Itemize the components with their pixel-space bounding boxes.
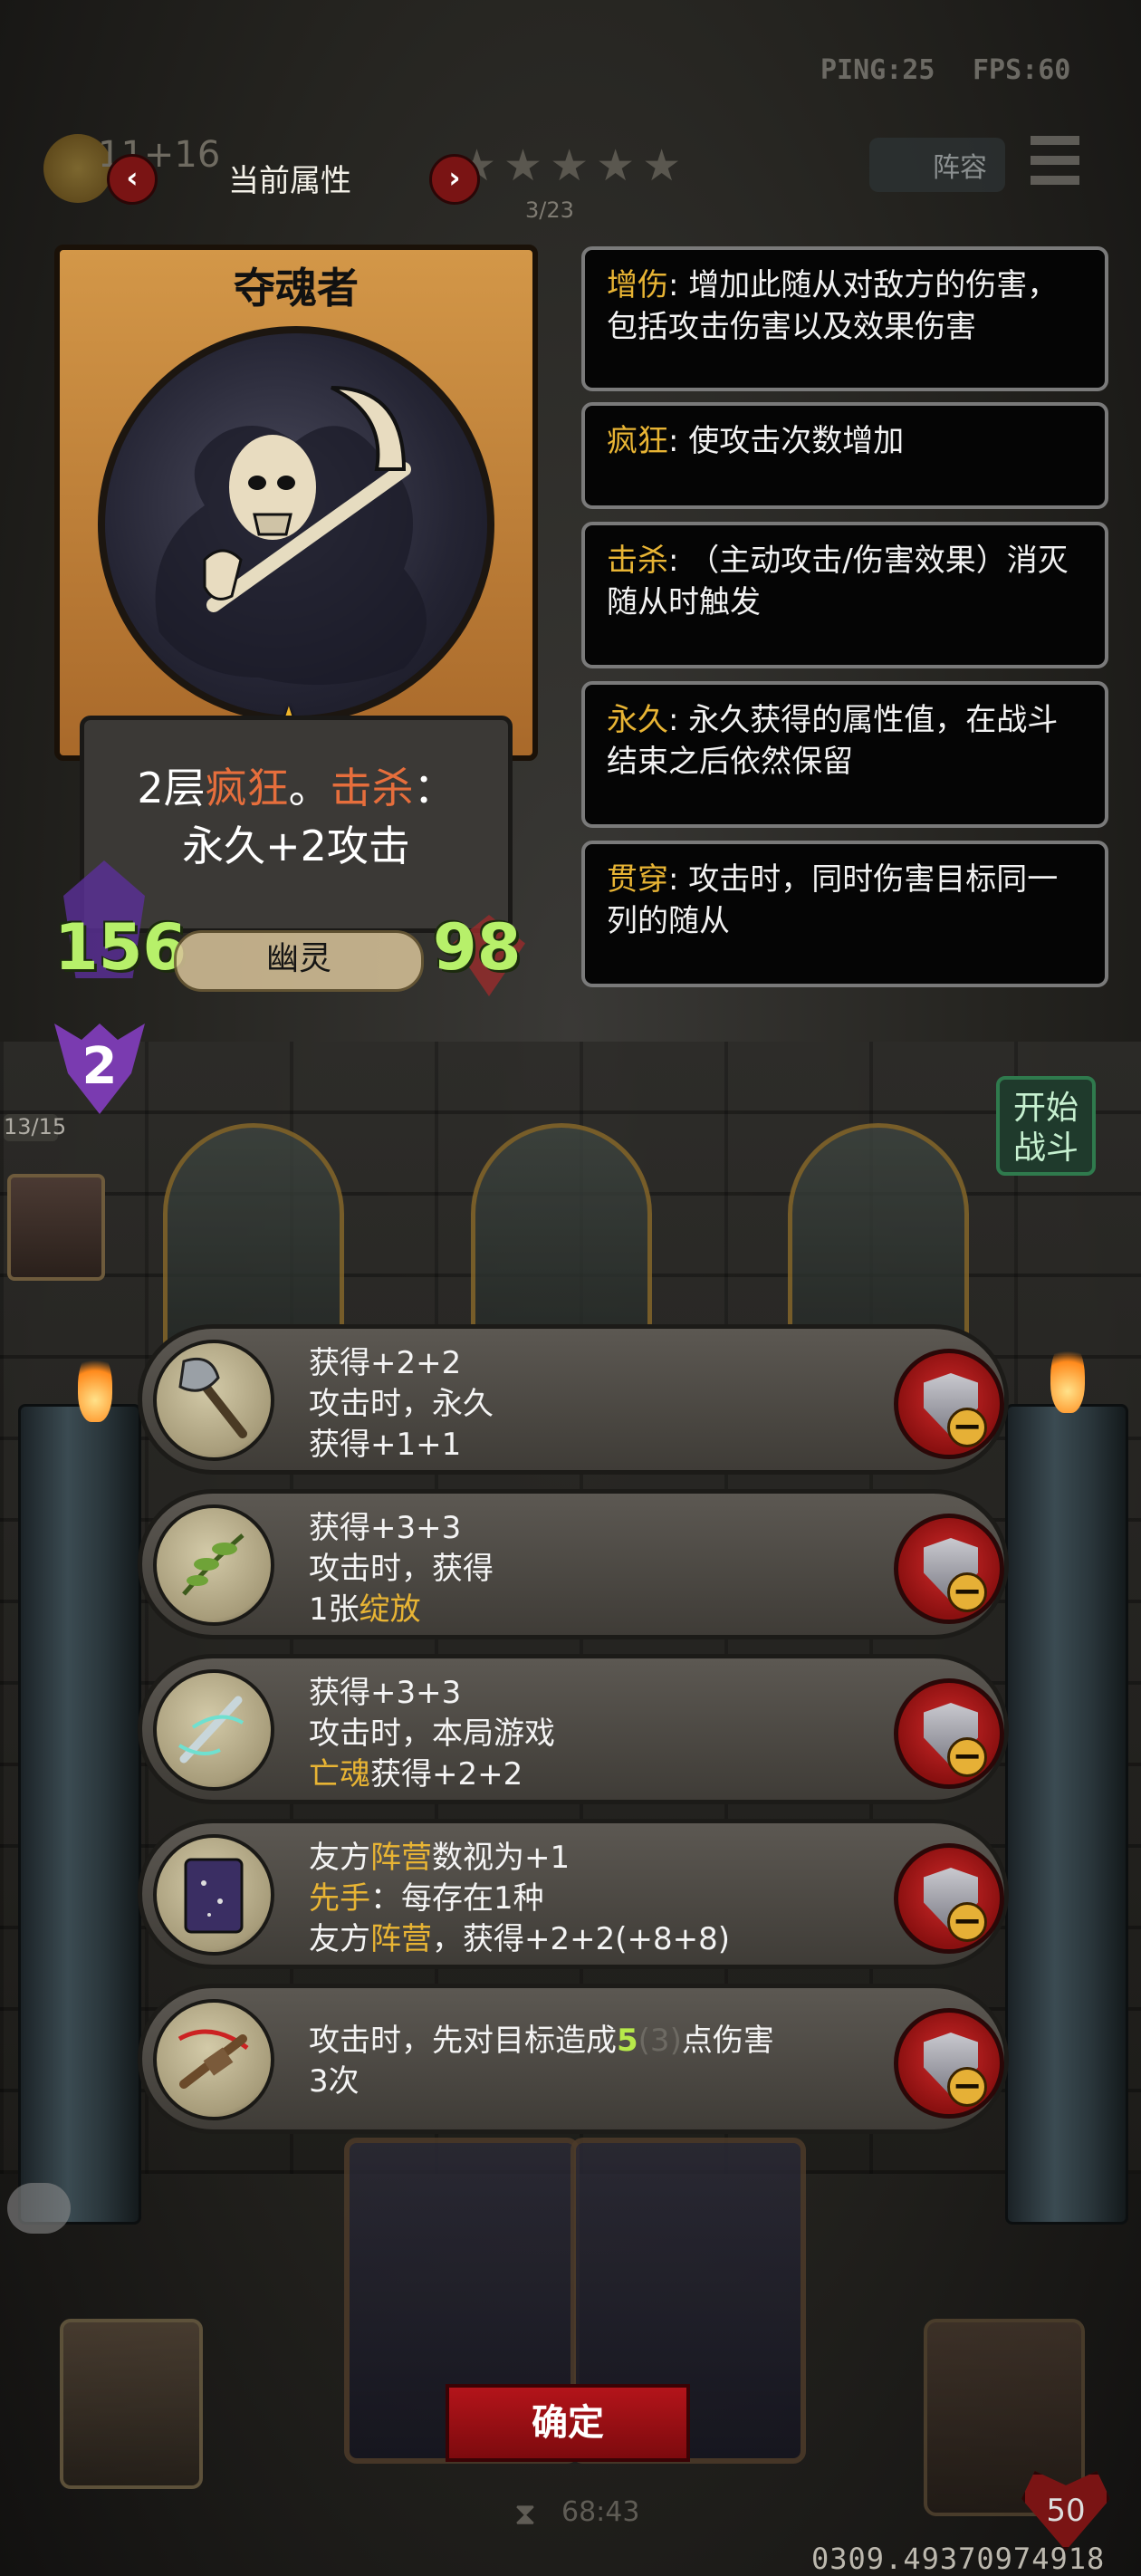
keyword-name: 增伤 xyxy=(607,267,668,303)
keyword-desc: : 增加此随从对敌方的伤害，包括攻击伤害以及效果伤害 xyxy=(607,267,1059,345)
next-attribute-button[interactable]: › xyxy=(429,154,480,205)
buff-row: 攻击时，先对目标造成5(3)点伤害 3次 − xyxy=(138,1984,1009,2134)
torch-right-icon xyxy=(1050,1341,1085,1413)
remove-buff-button[interactable]: − xyxy=(894,2008,1004,2119)
remove-buff-button[interactable]: − xyxy=(894,1843,1004,1954)
remove-buff-button[interactable]: − xyxy=(894,1514,1004,1624)
remove-buff-button[interactable]: − xyxy=(894,1349,1004,1459)
keyword-desc: : 攻击时，同时伤害目标同一列的随从 xyxy=(607,861,1059,939)
buff-row: 获得+2+2 攻击时，永久 获得+1+1 − xyxy=(138,1324,1009,1475)
ping-readout: PING:25 xyxy=(820,54,935,86)
stone-pillar-right xyxy=(1005,1404,1128,2225)
lineup-label: 阵容 xyxy=(933,152,987,184)
lineup-button[interactable]: 阵容 xyxy=(869,138,1005,192)
card-description-line-1: 2层疯狂。击杀： xyxy=(137,764,455,812)
fps-readout: FPS:60 xyxy=(973,54,1071,86)
ghost-sword-icon xyxy=(153,1669,274,1791)
chat-icon[interactable] xyxy=(7,2183,71,2234)
keyword-desc: : 使攻击次数增加 xyxy=(668,423,905,459)
buff-description: 获得+3+3 攻击时，本局游戏 亡魂获得+2+2 xyxy=(309,1675,555,1793)
confirm-button[interactable]: 确定 xyxy=(446,2384,690,2462)
card-name: 夺魂者 xyxy=(234,264,359,312)
round-timer: 68:43 xyxy=(561,2496,640,2528)
minion-card: 夺魂者 ★ 2层疯狂。击杀： 永久+2攻击 156 幽灵 98 xyxy=(54,245,538,996)
keyword-name: 贯穿 xyxy=(607,861,668,898)
stone-pillar-left xyxy=(18,1404,141,2225)
spellbook-icon xyxy=(153,1834,274,1956)
attack-value: 156 xyxy=(54,910,187,985)
menu-icon[interactable] xyxy=(1031,136,1079,190)
keyword-desc: : （主动攻击/伤害效果）消灭随从时触发 xyxy=(607,543,1069,620)
opponent-hero-avatar[interactable] xyxy=(7,1174,105,1281)
buff-description: 获得+3+3 攻击时，获得 1张绽放 xyxy=(309,1510,494,1628)
keyword-name: 击杀 xyxy=(607,543,668,579)
axe-icon xyxy=(153,1340,274,1461)
page-indicator: 3/23 xyxy=(525,197,574,223)
round-counter: 13/15 xyxy=(4,1114,67,1141)
keyword-panel-permanent: 永久: 永久获得的属性值，在战斗结束之后依然保留 xyxy=(581,681,1108,828)
card-description: 2层疯狂。击杀： 永久+2攻击 xyxy=(80,759,513,875)
health-value: 98 xyxy=(433,910,522,985)
minus-icon: − xyxy=(947,1902,987,1942)
board-minion-reaper[interactable] xyxy=(163,1123,344,1359)
hourglass-icon: ⧗ xyxy=(514,2496,536,2533)
minus-icon: − xyxy=(947,1737,987,1777)
buff-description: 攻击时，先对目标造成5(3)点伤害 3次 xyxy=(309,2023,774,2100)
reaper-portrait xyxy=(98,326,494,723)
crossbow-icon xyxy=(153,1999,274,2120)
buff-row: 获得+3+3 攻击时，本局游戏 亡魂获得+2+2 − xyxy=(138,1654,1009,1804)
start-battle-button[interactable]: 开始战斗 xyxy=(996,1076,1096,1176)
card-description-line-2: 永久+2攻击 xyxy=(182,822,410,870)
herb-icon xyxy=(153,1504,274,1626)
buff-description: 友方阵营数视为+1 先手：每存在1种 友方阵营，获得+2+2(+8+8) xyxy=(309,1840,731,1957)
buff-row: 友方阵营数视为+1 先手：每存在1种 友方阵营，获得+2+2(+8+8) − xyxy=(138,1819,1009,1969)
minus-icon: − xyxy=(947,1408,987,1447)
keyword-panel-frenzy: 疯狂: 使攻击次数增加 xyxy=(581,402,1108,509)
keyword-name: 疯狂 xyxy=(607,423,668,459)
session-serial: 0309.49370974918 xyxy=(811,2542,1106,2576)
board-minion-sprout[interactable] xyxy=(471,1123,652,1359)
keyword-panel-pierce: 贯穿: 攻击时，同时伤害目标同一列的随从 xyxy=(581,841,1108,987)
remove-buff-button[interactable]: − xyxy=(894,1678,1004,1789)
buff-description: 获得+2+2 攻击时，永久 获得+1+1 xyxy=(309,1345,494,1463)
attribute-panel-title: 当前属性 xyxy=(228,163,351,199)
keyword-panel-kill: 击杀: （主动攻击/伤害效果）消灭随从时触发 xyxy=(581,522,1108,668)
keyword-desc: : 永久获得的属性值，在战斗结束之后依然保留 xyxy=(607,702,1059,780)
keyword-panel-damage-boost: 增伤: 增加此随从对敌方的伤害，包括攻击伤害以及效果伤害 xyxy=(581,246,1108,391)
buff-row: 获得+3+3 攻击时，获得 1张绽放 − xyxy=(138,1489,1009,1639)
tribe-label: 幽灵 xyxy=(174,930,424,992)
prev-attribute-button[interactable]: ‹ xyxy=(107,154,158,205)
player-hero-portrait[interactable] xyxy=(60,2319,203,2489)
keyword-name: 永久 xyxy=(607,702,668,738)
minus-icon: − xyxy=(947,1572,987,1612)
tavern-star-rating: ★★★★★ xyxy=(457,140,689,191)
torch-left-icon xyxy=(78,1350,112,1422)
board-minion-sorceress[interactable] xyxy=(788,1123,969,1359)
minus-icon: − xyxy=(947,2067,987,2107)
